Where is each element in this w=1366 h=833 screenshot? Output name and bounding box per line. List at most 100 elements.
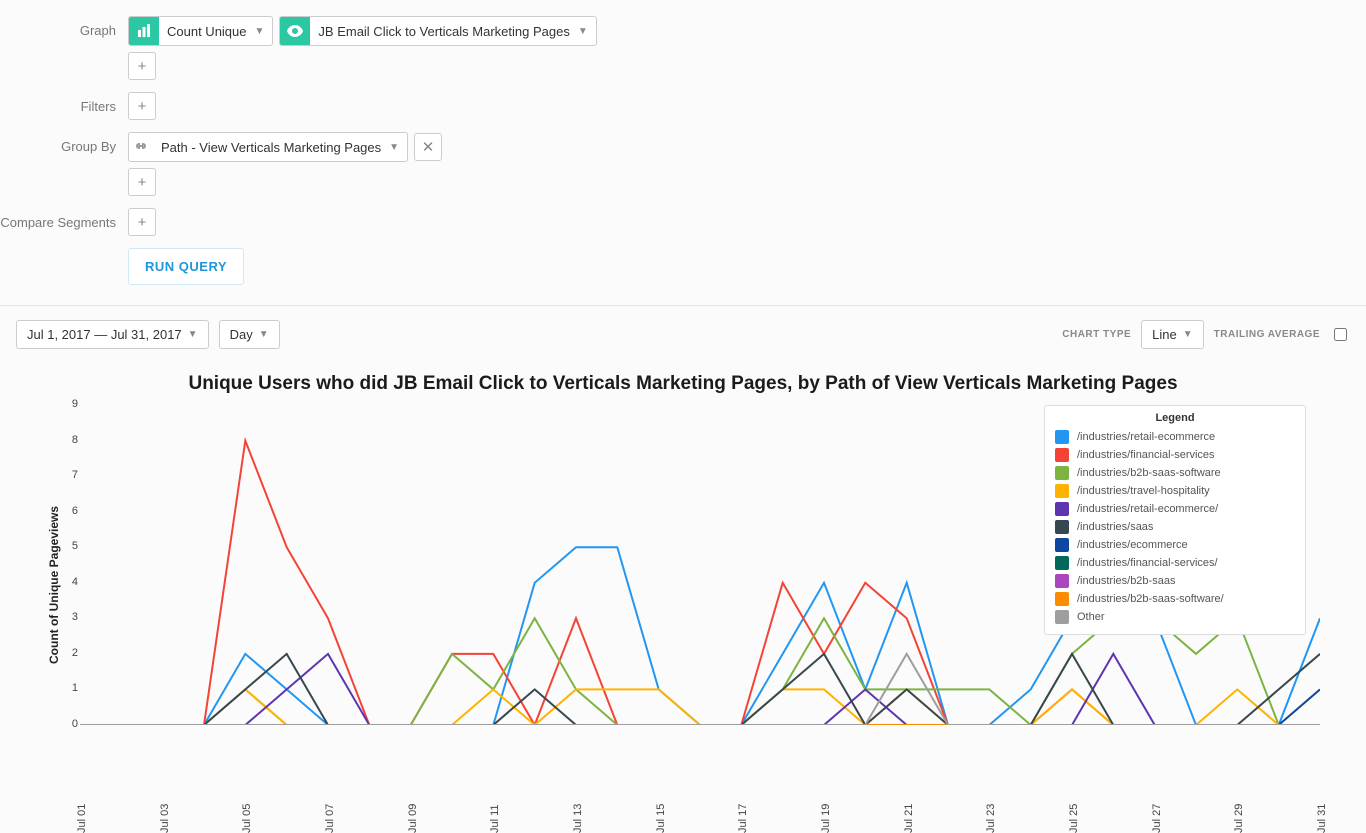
event-selector[interactable]: JB Email Click to Verticals Marketing Pa… [279, 16, 596, 46]
x-tick: Jul 03 [159, 804, 171, 833]
x-tick: Jul 05 [241, 804, 253, 833]
chevron-down-icon: ▼ [259, 329, 269, 340]
add-segment-button[interactable]: + [128, 208, 156, 236]
legend-item[interactable]: /industries/travel-hospitality [1055, 482, 1295, 500]
bar-chart-icon [129, 17, 159, 45]
legend-item[interactable]: /industries/ecommerce [1055, 536, 1295, 554]
x-tick: Jul 25 [1068, 804, 1080, 833]
x-tick: Jul 15 [655, 804, 667, 833]
remove-group-by-button[interactable]: ✕ [414, 133, 442, 161]
link-icon [129, 133, 153, 161]
legend-swatch [1055, 484, 1069, 498]
metric-selector[interactable]: Count Unique ▼ [128, 16, 273, 46]
x-tick: Jul 27 [1151, 804, 1163, 833]
legend-swatch [1055, 610, 1069, 624]
legend-item[interactable]: /industries/b2b-saas-software [1055, 464, 1295, 482]
legend-swatch [1055, 466, 1069, 480]
x-tick: Jul 23 [985, 804, 997, 833]
eye-icon [280, 17, 310, 45]
chart-container: Unique Users who did JB Email Click to V… [0, 349, 1366, 785]
legend-item[interactable]: Other [1055, 608, 1295, 626]
legend-label: Other [1077, 611, 1105, 623]
legend-item[interactable]: /industries/financial-services [1055, 446, 1295, 464]
legend-swatch [1055, 538, 1069, 552]
x-tick: Jul 09 [407, 804, 419, 833]
x-tick: Jul 29 [1233, 804, 1245, 833]
legend-item[interactable]: /industries/b2b-saas [1055, 572, 1295, 590]
granularity-selector[interactable]: Day ▼ [219, 320, 280, 349]
legend-item[interactable]: /industries/financial-services/ [1055, 554, 1295, 572]
legend-label: /industries/b2b-saas-software [1077, 467, 1221, 479]
legend-item[interactable]: /industries/retail-ecommerce/ [1055, 500, 1295, 518]
x-tick: Jul 11 [489, 804, 501, 833]
y-tick: 0 [58, 718, 78, 730]
label-graph: Graph [0, 16, 128, 38]
query-builder: Graph Count Unique ▼ JB Emai [0, 0, 1366, 306]
chart-type-selector[interactable]: Line ▼ [1141, 320, 1203, 349]
legend-swatch [1055, 592, 1069, 606]
x-tick: Jul 01 [76, 804, 88, 833]
chart-area: Count of Unique Pageviews 0123456789 Jul… [20, 405, 1346, 765]
legend-title: Legend [1055, 412, 1295, 424]
group-by-selector[interactable]: Path - View Verticals Marketing Pages ▼ [128, 132, 408, 162]
trailing-average-label: TRAILING AVERAGE [1214, 329, 1320, 340]
chevron-down-icon: ▼ [578, 26, 596, 37]
legend-swatch [1055, 574, 1069, 588]
legend-label: /industries/retail-ecommerce [1077, 431, 1215, 443]
chevron-down-icon: ▼ [389, 142, 407, 153]
y-tick: 5 [58, 540, 78, 552]
y-tick: 3 [58, 611, 78, 623]
legend-swatch [1055, 520, 1069, 534]
metric-label: Count Unique [159, 24, 255, 39]
legend-label: /industries/b2b-saas-software/ [1077, 593, 1224, 605]
add-group-by-button[interactable]: + [128, 168, 156, 196]
row-compare-segments: Compare Segments + [0, 208, 1366, 236]
label-group-by: Group By [0, 132, 128, 154]
chart-title: Unique Users who did JB Email Click to V… [20, 373, 1346, 395]
x-tick: Jul 19 [820, 804, 832, 833]
y-tick: 2 [58, 647, 78, 659]
legend-label: /industries/financial-services/ [1077, 557, 1218, 569]
row-filters: Filters + [0, 92, 1366, 120]
x-tick: Jul 13 [572, 804, 584, 833]
legend-label: /industries/b2b-saas [1077, 575, 1175, 587]
legend-label: /industries/financial-services [1077, 449, 1215, 461]
add-filter-button[interactable]: + [128, 92, 156, 120]
y-tick: 7 [58, 469, 78, 481]
legend-item[interactable]: /industries/saas [1055, 518, 1295, 536]
x-tick: Jul 17 [737, 804, 749, 833]
chevron-down-icon: ▼ [255, 26, 273, 37]
legend-swatch [1055, 448, 1069, 462]
granularity-value: Day [230, 327, 253, 342]
y-tick: 8 [58, 434, 78, 446]
run-query-button[interactable]: RUN QUERY [128, 248, 244, 285]
row-group-by: Group By Path - View Verticals Marketing… [0, 132, 1366, 196]
x-tick: Jul 21 [903, 804, 915, 833]
y-tick: 9 [58, 398, 78, 410]
x-tick: Jul 31 [1316, 804, 1328, 833]
date-range-selector[interactable]: Jul 1, 2017 — Jul 31, 2017 ▼ [16, 320, 209, 349]
legend-label: /industries/ecommerce [1077, 539, 1188, 551]
chevron-down-icon: ▼ [188, 329, 198, 340]
legend-item[interactable]: /industries/b2b-saas-software/ [1055, 590, 1295, 608]
legend-swatch [1055, 430, 1069, 444]
legend-swatch [1055, 502, 1069, 516]
date-range-value: Jul 1, 2017 — Jul 31, 2017 [27, 327, 182, 342]
chart-type-value: Line [1152, 327, 1177, 342]
chevron-down-icon: ▼ [1183, 329, 1193, 340]
chart-toolbar: Jul 1, 2017 — Jul 31, 2017 ▼ Day ▼ CHART… [0, 306, 1366, 349]
row-graph: Graph Count Unique ▼ JB Emai [0, 16, 1366, 80]
legend-swatch [1055, 556, 1069, 570]
y-tick: 4 [58, 576, 78, 588]
trailing-average-checkbox[interactable] [1334, 328, 1347, 341]
legend-label: /industries/retail-ecommerce/ [1077, 503, 1218, 515]
y-tick: 1 [58, 682, 78, 694]
legend: Legend /industries/retail-ecommerce/indu… [1044, 405, 1306, 635]
y-tick: 6 [58, 505, 78, 517]
add-graph-button[interactable]: + [128, 52, 156, 80]
event-label: JB Email Click to Verticals Marketing Pa… [310, 24, 577, 39]
legend-label: /industries/saas [1077, 521, 1153, 533]
legend-item[interactable]: /industries/retail-ecommerce [1055, 428, 1295, 446]
legend-label: /industries/travel-hospitality [1077, 485, 1210, 497]
label-filters: Filters [0, 92, 128, 114]
